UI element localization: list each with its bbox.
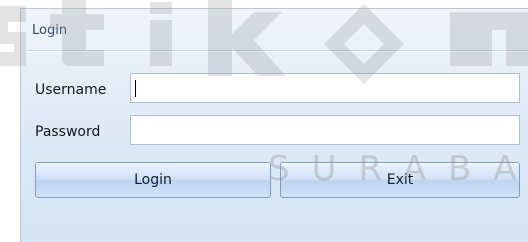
username-label: Username xyxy=(35,82,107,98)
panel-title: Login xyxy=(32,23,68,38)
password-input[interactable] xyxy=(130,115,520,145)
password-label: Password xyxy=(35,124,101,140)
username-input[interactable] xyxy=(130,73,520,103)
text-caret xyxy=(135,80,136,97)
login-panel: Login Username Password Login Exit xyxy=(20,8,528,242)
title-divider xyxy=(27,50,528,52)
exit-button[interactable]: Exit xyxy=(280,162,520,198)
login-button[interactable]: Login xyxy=(35,162,271,198)
